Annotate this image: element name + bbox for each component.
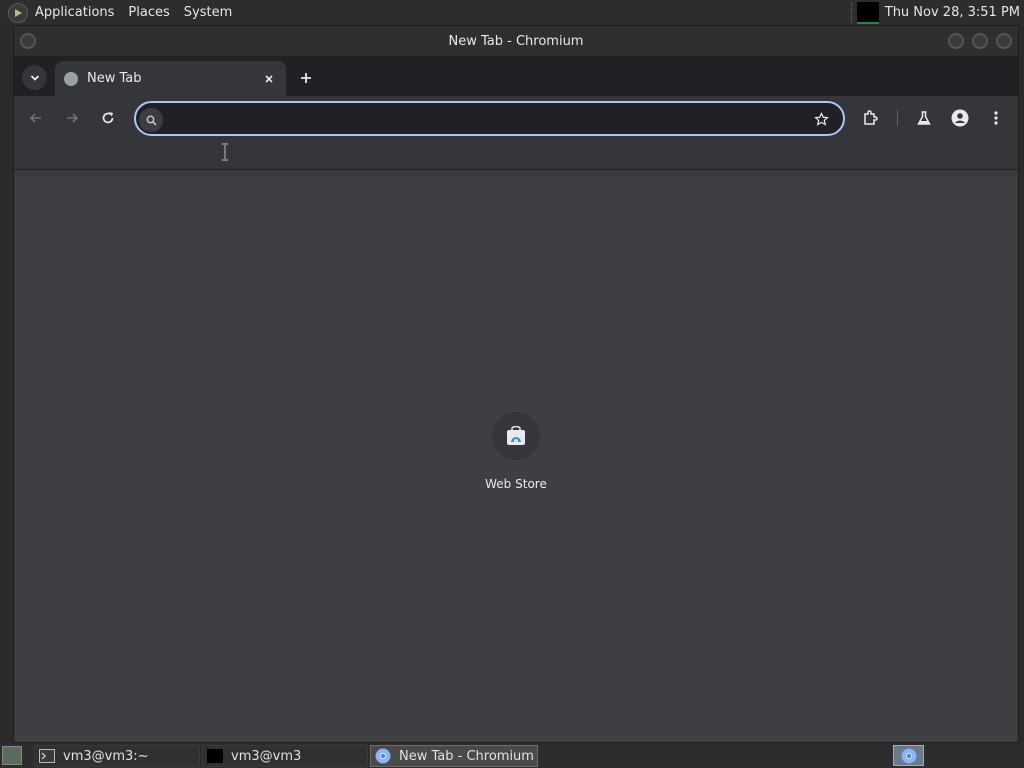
show-desktop-icon[interactable] <box>2 746 22 765</box>
bookmark-star-icon[interactable] <box>811 109 831 129</box>
taskbar-item-label: vm3@vm3 <box>231 748 302 764</box>
menu-system[interactable]: System <box>177 0 239 25</box>
menu-places[interactable]: Places <box>121 0 176 25</box>
bottom-panel: vm3@vm3:~ vm3@vm3 New Tab - Chromium <box>0 743 1024 768</box>
back-button[interactable] <box>25 107 47 129</box>
shortcut-label: Web Store <box>485 477 547 491</box>
arrow-left-icon <box>29 113 41 123</box>
toolbar-divider <box>897 110 898 126</box>
clock[interactable]: Thu Nov 28, 3:51 PM <box>885 5 1024 20</box>
window-menu-icon[interactable] <box>20 33 36 49</box>
new-tab-page: Web Store <box>14 176 1018 742</box>
web-store-icon <box>507 426 525 445</box>
panel-tray: Thu Nov 28, 3:51 PM <box>850 0 1024 25</box>
tab-strip: New Tab <box>14 56 1018 96</box>
toolbar <box>14 96 1018 140</box>
kebab-menu-icon <box>994 111 998 125</box>
panel-separator <box>850 2 853 23</box>
puzzle-icon <box>863 109 878 125</box>
plus-icon <box>301 73 311 83</box>
tab-search-button[interactable] <box>22 65 47 90</box>
new-tab-button[interactable] <box>295 67 317 89</box>
minimize-icon[interactable] <box>948 33 964 49</box>
address-input[interactable] <box>172 105 802 132</box>
close-tab-icon[interactable] <box>261 71 277 87</box>
maximize-icon[interactable] <box>972 33 988 49</box>
tray-chromium-icon[interactable] <box>893 745 924 766</box>
terminal-icon <box>39 749 55 763</box>
reload-button[interactable] <box>97 107 119 129</box>
menu-button[interactable] <box>985 107 1007 129</box>
menu-applications[interactable]: Applications <box>28 0 121 25</box>
tab-label: New Tab <box>87 71 142 86</box>
chevron-down-icon <box>30 74 39 81</box>
bookmarks-bar <box>14 140 1018 170</box>
browser-window: New Tab - Chromium New Tab Web Store <box>13 25 1019 743</box>
tab-new-tab[interactable]: New Tab <box>55 61 286 96</box>
window-titlebar[interactable]: New Tab - Chromium <box>14 26 1018 56</box>
arrow-right-icon <box>67 113 79 123</box>
forward-button[interactable] <box>61 107 83 129</box>
taskbar-item-label: vm3@vm3:~ <box>63 748 149 764</box>
top-panel: Applications Places System Thu Nov 28, 3… <box>0 0 1024 25</box>
avatar-icon <box>951 109 969 127</box>
reload-icon <box>102 112 114 124</box>
address-bar[interactable] <box>134 101 845 136</box>
shortcut-web-store[interactable]: Web Store <box>476 412 556 491</box>
close-window-icon[interactable] <box>996 33 1012 49</box>
globe-icon <box>64 71 78 86</box>
shortcut-tile[interactable] <box>492 412 540 460</box>
text-cursor-icon <box>222 143 228 161</box>
distro-logo-icon[interactable] <box>8 2 28 23</box>
window-title: New Tab - Chromium <box>448 33 584 49</box>
terminal-black-icon <box>207 749 223 763</box>
extensions-button[interactable] <box>859 107 881 129</box>
search-icon <box>139 108 163 132</box>
taskbar-item-terminal-home[interactable]: vm3@vm3:~ <box>34 745 200 767</box>
workspace-thumbnail-icon[interactable] <box>856 1 879 24</box>
chromium-icon <box>375 748 391 764</box>
taskbar-item-terminal[interactable]: vm3@vm3 <box>202 745 368 767</box>
flask-icon <box>917 111 931 125</box>
taskbar-item-label: New Tab - Chromium <box>399 748 534 764</box>
labs-button[interactable] <box>913 107 935 129</box>
taskbar-item-chromium[interactable]: New Tab - Chromium <box>370 745 538 767</box>
profile-button[interactable] <box>949 107 971 129</box>
main-menu: Applications Places System <box>0 0 239 25</box>
